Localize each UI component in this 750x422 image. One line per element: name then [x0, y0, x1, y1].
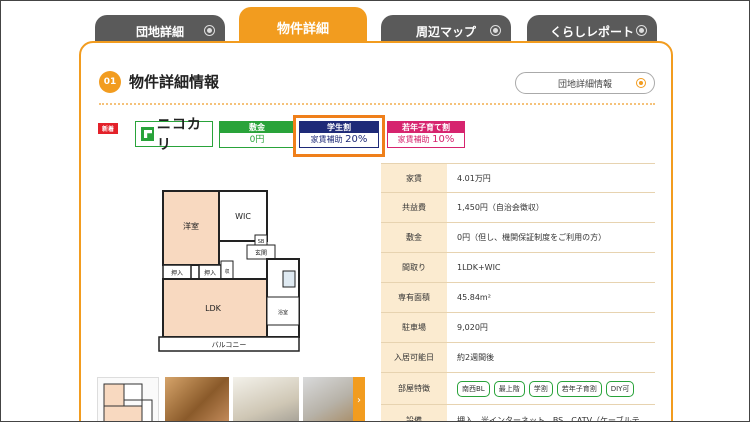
spec-value: 1LDK+WIC	[457, 263, 501, 272]
screen: 団地詳細 物件詳細 周辺マップ くらしレポート 01 物件詳細情報 団地詳細情報…	[0, 0, 750, 422]
badge-body: 家賃補助 10%	[388, 133, 464, 147]
thumbnail-photo-3[interactable]	[303, 377, 353, 421]
spec-value: 1,450円（自治会徴収）	[457, 203, 544, 212]
thumbnail-photo-1[interactable]	[165, 377, 229, 421]
spec-value: 4.01万円	[457, 173, 491, 183]
circle-arrow-icon	[490, 25, 501, 36]
chevron-right-icon: ›	[357, 394, 361, 406]
spec-value: 0円（但し、機関保証制度をご利用の方）	[457, 233, 607, 242]
spec-key: 駐車場	[381, 313, 447, 342]
spec-value: 9,020円	[457, 323, 488, 332]
spec-row-move-in: 入居可能日 約2週間後	[381, 343, 655, 373]
tab-label: 物件詳細	[276, 21, 329, 37]
feature-tag: 若年子育割	[556, 380, 602, 397]
tab-label: 周辺マップ	[415, 24, 476, 39]
thumbnail-floorplan[interactable]	[97, 377, 159, 421]
badge-head: 若年子育て割	[388, 122, 464, 133]
young-family-discount-badge: 若年子育て割 家賃補助 10%	[387, 121, 465, 148]
shikikin-badge: 敷金 0円	[219, 121, 295, 148]
spec-row-rent: 家賃 4.01万円	[381, 163, 655, 193]
danchi-detail-link-button[interactable]: 団地詳細情報	[515, 72, 655, 94]
label-genkan: 玄関	[255, 249, 267, 257]
new-badge: 新着	[98, 123, 118, 134]
spec-key: 共益費	[381, 193, 447, 222]
spec-value: 45.84m²	[457, 293, 491, 302]
label-bath: 浴室	[278, 309, 288, 316]
spec-key: 部屋特徴	[381, 373, 447, 404]
mini-floorplan-icon	[103, 383, 153, 421]
spec-row-layout: 間取り 1LDK+WIC	[381, 253, 655, 283]
tab-label: くらしレポート	[549, 24, 634, 39]
feature-tag: 学割	[528, 380, 553, 397]
circle-arrow-icon	[636, 25, 647, 36]
spec-row-features: 部屋特徴 南西BL 最上階 学割 若年子育割 DIY可	[381, 373, 655, 405]
label-ldk: LDK	[205, 304, 222, 313]
spec-key: 設備	[381, 405, 447, 421]
nicokari-logo-icon	[141, 127, 154, 141]
thumbnail-photo-2[interactable]	[233, 377, 299, 421]
section-number: 01	[99, 71, 121, 93]
spec-value: 押入、光インターネット、BS、CATV（ケーブルテ	[457, 415, 640, 422]
spec-key: 専有面積	[381, 283, 447, 312]
badge-value: 0円	[220, 133, 294, 147]
spec-tags: 南西BL 最上階 学割 若年子育割 DIY可	[447, 373, 655, 404]
spec-table: 家賃 4.01万円 共益費 1,450円（自治会徴収） 敷金 0円（但し、機関保…	[381, 163, 655, 422]
link-label: 団地詳細情報	[557, 79, 612, 90]
floorplan-image[interactable]: 洋室 WIC SB 玄関 押入 押入 収 LDK 浴室 バルコニー	[155, 185, 305, 355]
washing-machine-area	[282, 270, 296, 288]
section-divider	[99, 103, 655, 105]
spec-row-area: 専有面積 45.84m²	[381, 283, 655, 313]
feature-tag: DIY可	[605, 380, 635, 397]
label-wic: WIC	[235, 212, 251, 221]
circle-arrow-icon	[636, 78, 646, 88]
badge-percent: 10%	[432, 134, 455, 145]
spec-value: 約2週間後	[457, 353, 495, 362]
spec-row-equipment: 設備 押入、光インターネット、BS、CATV（ケーブルテ	[381, 405, 655, 422]
spec-key: 家賃	[381, 164, 447, 192]
label-washitsu: 洋室	[183, 221, 199, 231]
tab-label: 団地詳細	[135, 24, 184, 39]
badge-body-label: 家賃補助	[397, 135, 430, 144]
nicokari-badge: ニコカリ	[135, 117, 213, 153]
label-balcony: バルコニー	[212, 341, 247, 349]
nicokari-text: ニコカリ	[156, 117, 202, 153]
spec-row-parking: 駐車場 9,020円	[381, 313, 655, 343]
spec-key: 間取り	[381, 253, 447, 282]
feature-tag: 南西BL	[457, 380, 490, 397]
section-title: 物件詳細情報	[129, 73, 220, 91]
label-storage: 収	[224, 268, 229, 275]
spec-row-common-fee: 共益費 1,450円（自治会徴収）	[381, 193, 655, 223]
badge-head: 敷金	[220, 122, 294, 133]
label-oshiire-1: 押入	[171, 269, 183, 277]
spec-row-deposit: 敷金 0円（但し、機関保証制度をご利用の方）	[381, 223, 655, 253]
spec-key: 入居可能日	[381, 343, 447, 372]
label-oshiire-2: 押入	[204, 269, 216, 277]
highlight-box	[293, 115, 385, 157]
circle-arrow-icon	[204, 25, 215, 36]
thumbnail-next-button[interactable]: ›	[353, 377, 365, 421]
feature-tag: 最上階	[493, 380, 525, 397]
spec-key: 敷金	[381, 223, 447, 252]
label-sb: SB	[258, 239, 265, 245]
